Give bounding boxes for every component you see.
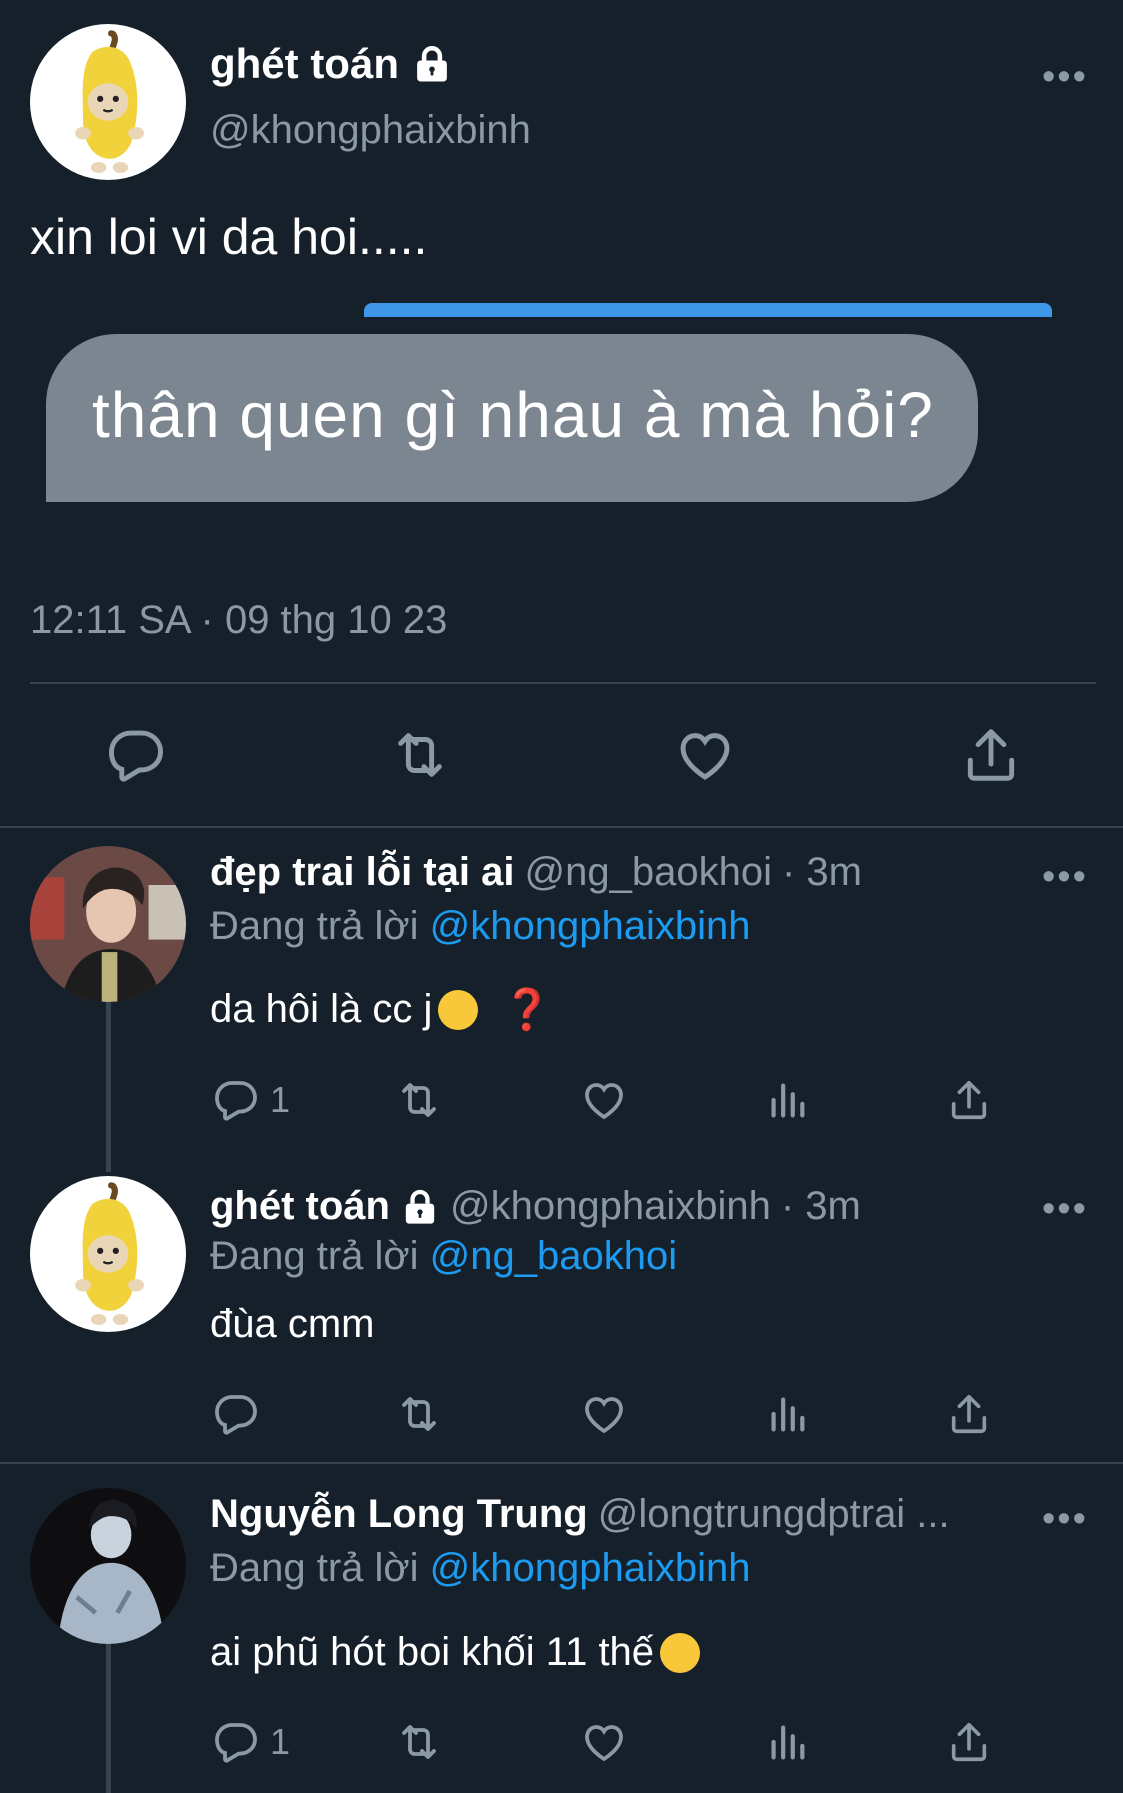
retweet-icon [392,1390,446,1438]
reply-text-content: da hôi là cc j [210,987,433,1031]
reply-text: đùa cmm [210,1302,375,1347]
like-button[interactable] [674,724,736,786]
share-icon [946,1390,992,1438]
heart-icon [674,724,736,786]
profile-photo [30,1488,186,1644]
retweet-icon [386,724,454,786]
image-text: thân quen gì nhau à mà hỏi? [92,379,934,451]
reply-header: ghét toán @khongphaixbinh · 3m [210,1184,861,1229]
divider [30,682,1096,684]
heart-icon [580,1718,628,1766]
speech-bubble-icon [212,1718,260,1766]
replying-label: Đang trả lời [210,1234,419,1278]
reply-button[interactable] [105,724,167,786]
reply-header: đẹp trai lỗi tại ai @ng_baokhoi · 3m [210,850,862,895]
question-mark-emoji: ❓ [502,988,553,1032]
thread-line [106,1642,111,1793]
replying-to: Đang trả lời @khongphaixbinh [210,1546,751,1591]
replying-to: Đang trả lời @ng_baokhoi [210,1234,677,1279]
more-options-button[interactable]: ••• [1042,858,1088,896]
tweet-text: xin loi vi da hoi..... [30,209,428,265]
author-name[interactable]: ghét toán [210,40,453,88]
reply-button[interactable] [212,1390,260,1438]
like-button[interactable] [580,1390,628,1438]
tweet-timestamp[interactable]: 12:11 SA · 09 thg 10 23 [30,598,447,643]
like-button[interactable] [580,1076,628,1124]
display-name[interactable]: ghét toán [210,1184,390,1229]
retweet-icon [392,1076,446,1124]
reply-button[interactable]: 1 [212,1718,290,1766]
retweet-button[interactable] [392,1718,446,1766]
reply-text: da hôi là cc j ❓ [210,986,552,1033]
divider [0,1462,1123,1464]
avatar[interactable] [30,846,186,1002]
author-handle[interactable]: @khongphaixbinh [210,108,531,153]
handle[interactable]: @longtrungdptrai ... [598,1492,950,1537]
profile-photo [30,846,186,1002]
replying-label: Đang trả lời [210,1546,419,1590]
retweet-button[interactable] [392,1076,446,1124]
replying-to: Đang trả lời @khongphaixbinh [210,904,751,949]
speech-bubble-icon [212,1390,260,1438]
replying-label: Đang trả lời [210,904,419,948]
image-top-edge [364,303,1052,317]
replying-to-link[interactable]: @khongphaixbinh [430,904,751,948]
views-button[interactable] [764,1076,810,1124]
like-button[interactable] [580,1718,628,1766]
handle[interactable]: @khongphaixbinh [450,1184,771,1229]
bar-chart-icon [764,1390,810,1438]
reply-text-content: ai phũ hót boi khối 11 thế [210,1630,655,1674]
speech-bubble-icon [212,1076,260,1124]
lock-icon [411,43,453,85]
time: · 3m [780,1184,861,1228]
display-name[interactable]: đẹp trai lỗi tại ai [210,850,515,895]
heart-icon [580,1390,628,1438]
reply-header: Nguyễn Long Trung @longtrungdptrai ... [210,1492,950,1537]
tweet-image[interactable]: thân quen gì nhau à mà hỏi? [46,334,978,502]
share-button[interactable] [960,724,1022,786]
share-button[interactable] [946,1718,992,1766]
speech-bubble-icon [105,724,167,786]
replying-to-link[interactable]: @ng_baokhoi [430,1234,677,1278]
bar-chart-icon [764,1718,810,1766]
more-options-button[interactable]: ••• [1042,1190,1088,1228]
heart-icon [580,1076,628,1124]
share-icon [946,1718,992,1766]
views-button[interactable] [764,1718,810,1766]
time: · 3m [781,850,862,894]
display-name[interactable]: Nguyễn Long Trung [210,1492,588,1537]
reply-text: ai phũ hót boi khối 11 thế [210,1630,701,1675]
reply-text-content: đùa cmm [210,1302,375,1346]
retweet-button[interactable] [386,724,454,786]
display-name: ghét toán [210,40,399,87]
grinning-emoji-icon [438,989,479,1030]
more-options-button[interactable]: ••• [1042,58,1088,96]
handle[interactable]: @ng_baokhoi [525,850,772,895]
banana-cat-avatar-image [30,1176,186,1332]
share-button[interactable] [946,1390,992,1438]
views-button[interactable] [764,1390,810,1438]
divider [0,826,1123,828]
nerd-face-emoji-icon [660,1632,701,1673]
banana-cat-avatar-image [30,24,186,180]
replying-to-link[interactable]: @khongphaixbinh [430,1546,751,1590]
avatar[interactable] [30,24,186,180]
retweet-icon [392,1718,446,1766]
avatar[interactable] [30,1488,186,1644]
bar-chart-icon [764,1076,810,1124]
avatar[interactable] [30,1176,186,1332]
more-options-button[interactable]: ••• [1042,1500,1088,1538]
reply-count: 1 [270,1079,291,1120]
reply-button[interactable]: 1 [212,1076,290,1124]
thread-line [106,1000,111,1172]
share-button[interactable] [946,1076,992,1124]
lock-icon [400,1187,440,1227]
retweet-button[interactable] [392,1390,446,1438]
share-icon [960,724,1022,786]
reply-count: 1 [270,1721,291,1762]
share-icon [946,1076,992,1124]
